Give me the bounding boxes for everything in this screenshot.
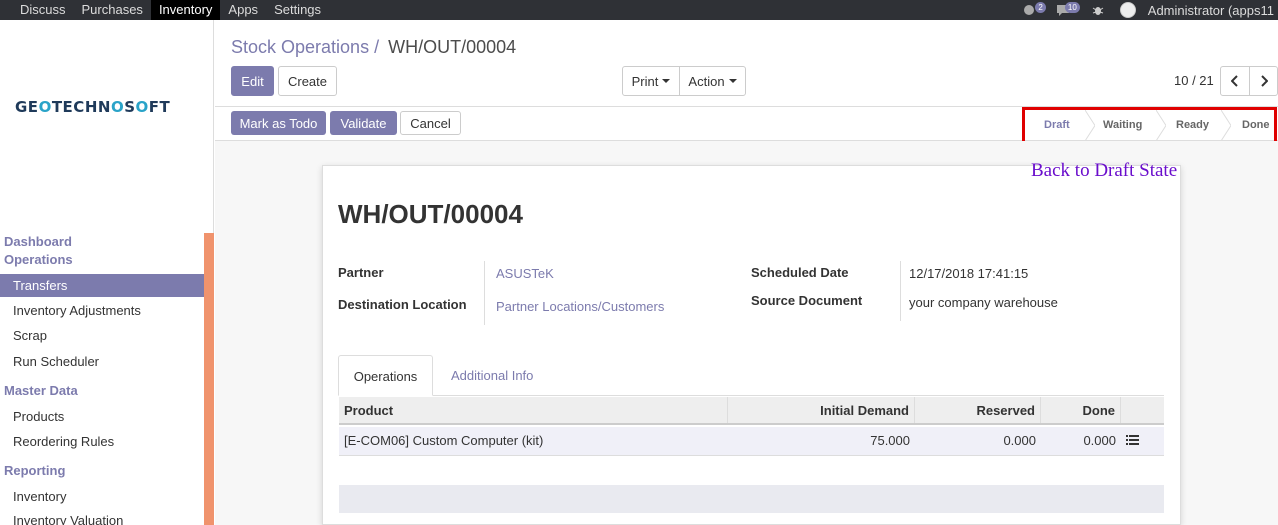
menu-apps[interactable]: Apps xyxy=(220,0,266,20)
stage-waiting[interactable]: Waiting xyxy=(1103,119,1142,131)
bug-icon[interactable] xyxy=(1092,4,1108,16)
source-document-label: Source Document xyxy=(751,293,863,308)
destination-location-field[interactable]: Partner Locations/Customers xyxy=(496,299,664,314)
table-footer xyxy=(339,485,1164,513)
sidebar-section-operations: Operations xyxy=(4,252,73,267)
column-product[interactable]: Product xyxy=(339,397,728,423)
stage-done[interactable]: Done xyxy=(1242,119,1270,131)
mark-as-todo-button[interactable]: Mark as Todo xyxy=(231,111,326,135)
validate-button[interactable]: Validate xyxy=(330,111,397,135)
action-label: Action xyxy=(688,73,725,89)
notebook-tabs: Operations Additional Info xyxy=(338,355,1164,396)
sidebar-item-inventory[interactable]: Inventory xyxy=(0,485,204,508)
record-title: WH/OUT/00004 xyxy=(338,199,523,229)
source-document-field[interactable]: your company warehouse xyxy=(909,295,1058,310)
print-label: Print xyxy=(631,73,659,89)
sidebar-section-reporting: Reporting xyxy=(4,463,66,478)
stage-separator-icon xyxy=(1085,110,1095,141)
sidebar-item-products[interactable]: Products xyxy=(0,405,204,428)
action-dropdown[interactable]: Action xyxy=(679,66,746,96)
cell-reserved: 0.000 xyxy=(1003,433,1036,448)
tab-additional-info[interactable]: Additional Info xyxy=(451,355,533,396)
stage-separator-icon xyxy=(1156,110,1166,141)
menu-inventory[interactable]: Inventory xyxy=(150,0,221,20)
messages-badge: 10 xyxy=(1064,2,1080,13)
menu-discuss[interactable]: Discuss xyxy=(12,0,74,20)
destination-location-label: Destination Location xyxy=(338,297,467,312)
breadcrumb-parent[interactable]: Stock Operations / xyxy=(231,37,379,57)
breadcrumb: Stock Operations / WH/OUT/00004 xyxy=(231,37,516,58)
company-logo: GEOTECHNOSOFT xyxy=(15,98,171,116)
partner-field[interactable]: ASUSTeK xyxy=(496,266,554,281)
column-done[interactable]: Done xyxy=(1041,397,1121,423)
stage-statusbar: Draft Waiting Ready Done xyxy=(1022,107,1277,144)
edit-button[interactable]: Edit xyxy=(231,66,274,96)
pager-value[interactable]: 10 / 21 xyxy=(1174,73,1214,88)
print-dropdown[interactable]: Print xyxy=(622,66,680,96)
tab-operations[interactable]: Operations xyxy=(338,355,433,396)
sidebar-item-reordering-rules[interactable]: Reordering Rules xyxy=(0,430,204,453)
chevron-right-icon xyxy=(1260,75,1268,87)
stage-separator-icon xyxy=(1221,110,1231,141)
messages-icon[interactable]: 10 xyxy=(1056,2,1080,16)
sidebar-item-transfers[interactable]: Transfers xyxy=(0,274,204,297)
chat-icon[interactable]: 2 xyxy=(1022,2,1046,16)
scheduled-date-field[interactable]: 12/17/2018 17:41:15 xyxy=(909,266,1028,281)
sidebar-item-scrap[interactable]: Scrap xyxy=(0,324,204,347)
sidebar-item-inventory-adjustments[interactable]: Inventory Adjustments xyxy=(0,299,204,322)
user-menu[interactable]: Administrator (apps11 xyxy=(1148,3,1274,18)
sidebar-section-dashboard[interactable]: Dashboard xyxy=(4,234,72,249)
create-button[interactable]: Create xyxy=(278,66,337,96)
menu-settings[interactable]: Settings xyxy=(266,0,329,20)
chevron-left-icon xyxy=(1231,75,1238,87)
top-navbar: Discuss Purchases Inventory Apps Setting… xyxy=(0,0,1278,20)
stage-ready[interactable]: Ready xyxy=(1176,119,1209,131)
cancel-button[interactable]: Cancel xyxy=(400,111,461,135)
sidebar-section-master-data: Master Data xyxy=(4,383,78,398)
breadcrumb-current: WH/OUT/00004 xyxy=(388,37,517,57)
sidebar-accent-bar xyxy=(204,233,214,525)
chat-badge: 2 xyxy=(1035,2,1046,13)
cell-done: 0.000 xyxy=(1083,433,1116,448)
column-initial-demand[interactable]: Initial Demand xyxy=(728,397,915,423)
scheduled-date-label: Scheduled Date xyxy=(751,265,849,280)
column-reserved[interactable]: Reserved xyxy=(915,397,1041,423)
pager-previous-button[interactable] xyxy=(1220,66,1250,96)
menu-purchases[interactable]: Purchases xyxy=(74,0,151,20)
caret-down-icon xyxy=(662,79,671,83)
detailed-operations-icon[interactable] xyxy=(1126,435,1139,446)
pager-next-button[interactable] xyxy=(1249,66,1278,96)
cell-product: [E-COM06] Custom Computer (kit) xyxy=(344,433,544,448)
stage-draft[interactable]: Draft xyxy=(1044,119,1070,131)
sidebar-item-run-scheduler[interactable]: Run Scheduler xyxy=(0,350,204,373)
field-divider xyxy=(484,261,485,325)
field-divider xyxy=(900,261,901,321)
annotation-text: Back to Draft State xyxy=(1031,160,1178,181)
user-avatar[interactable] xyxy=(1119,2,1136,18)
app-menu: Discuss Purchases Inventory Apps Setting… xyxy=(0,0,329,20)
caret-down-icon xyxy=(728,79,737,83)
cell-initial-demand: 75.000 xyxy=(870,433,910,448)
sidebar-item-inventory-valuation[interactable]: Inventory Valuation xyxy=(0,509,204,525)
table-row[interactable]: [E-COM06] Custom Computer (kit) 75.000 0… xyxy=(339,427,1164,456)
table-header: Product Initial Demand Reserved Done xyxy=(339,397,1164,425)
partner-label: Partner xyxy=(338,265,384,280)
